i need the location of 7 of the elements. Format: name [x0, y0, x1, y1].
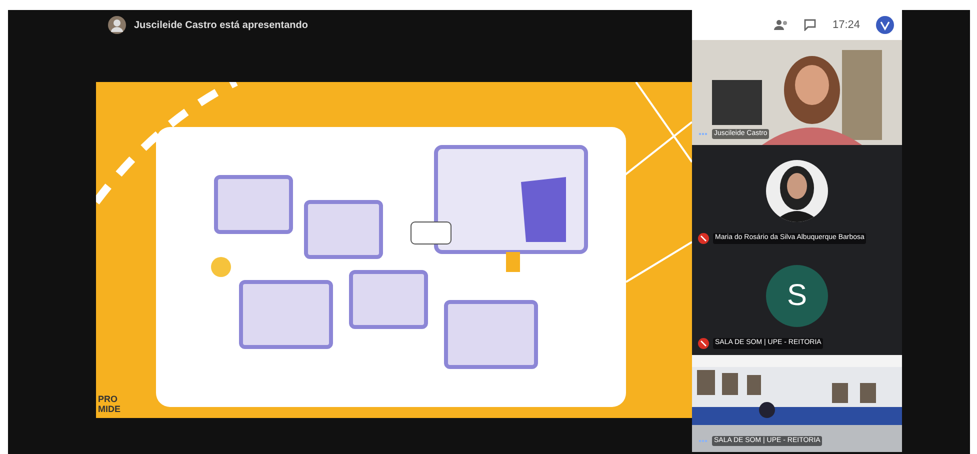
- chat-icon[interactable]: [804, 19, 816, 31]
- clock-time: 17:24: [832, 18, 860, 33]
- presenter-text: Juscileide Castro está apresentando: [134, 18, 308, 32]
- avatar-initial: S: [766, 264, 828, 326]
- profile-icon[interactable]: [876, 16, 894, 34]
- avatar-icon: [108, 16, 126, 34]
- people-icon[interactable]: [774, 19, 788, 31]
